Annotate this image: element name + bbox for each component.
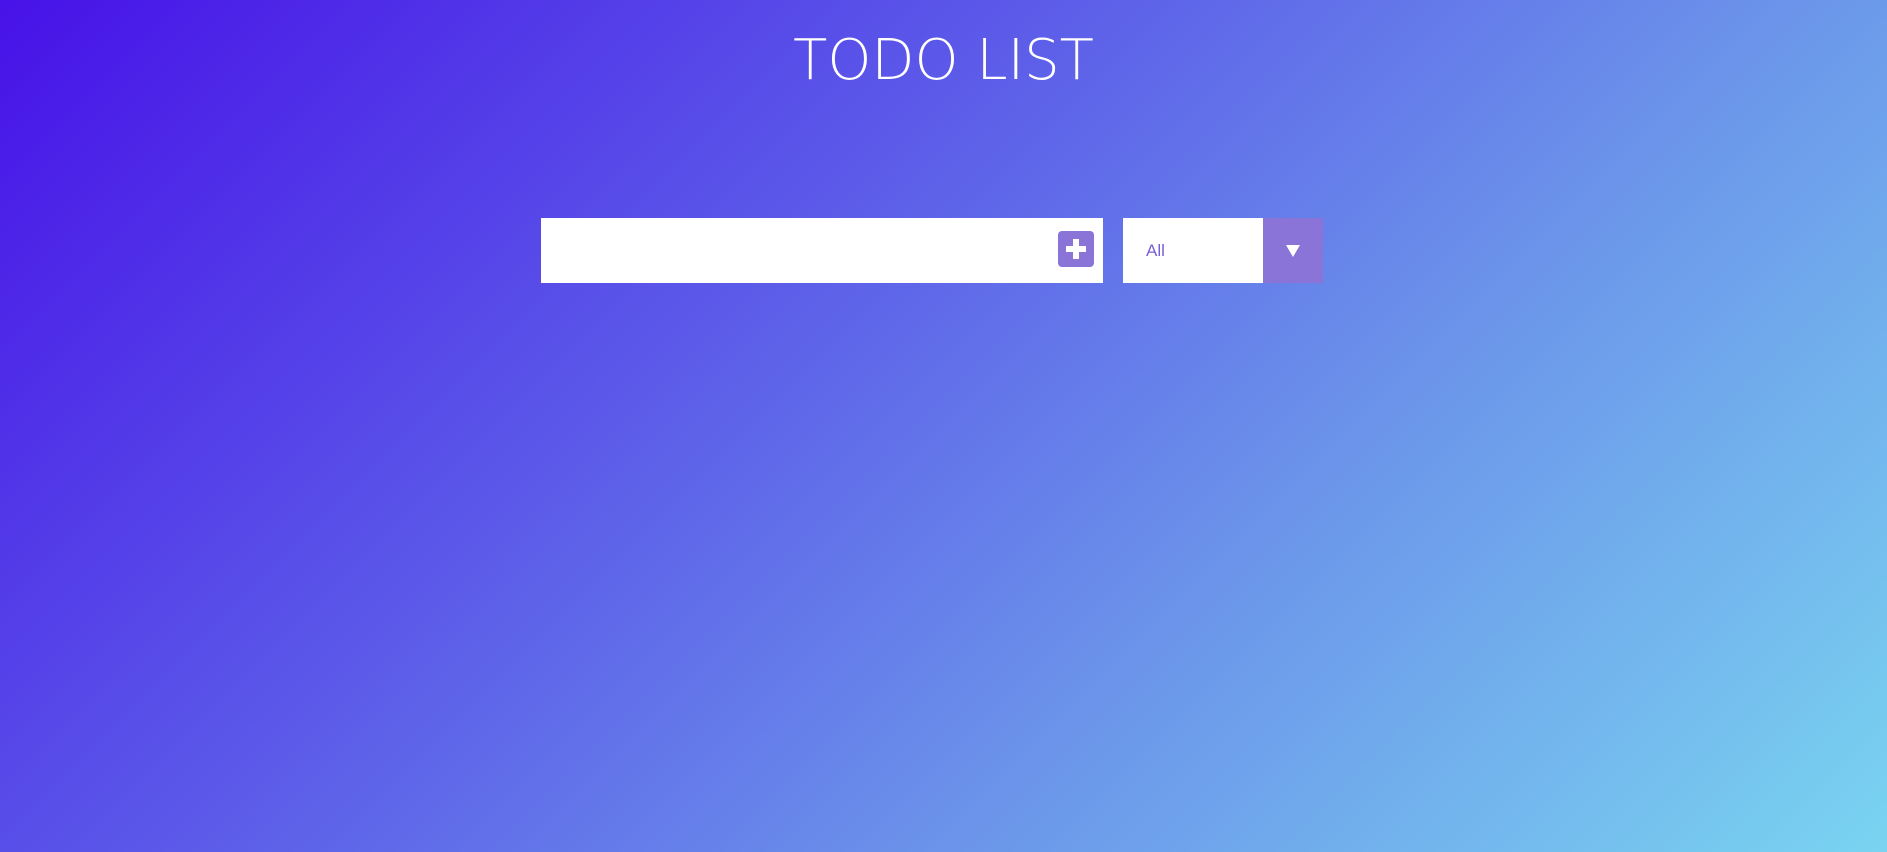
filter-select[interactable]: All (1123, 218, 1323, 283)
add-todo-button[interactable] (1058, 231, 1094, 267)
plus-icon (1066, 239, 1086, 259)
todo-form (541, 218, 1103, 283)
caret-down-icon (1286, 245, 1300, 257)
page-title: TODO LIST (793, 28, 1094, 93)
todo-input[interactable] (541, 218, 1051, 283)
filter-selected-value: All (1146, 241, 1165, 260)
filter-dropdown-button[interactable] (1263, 218, 1323, 283)
